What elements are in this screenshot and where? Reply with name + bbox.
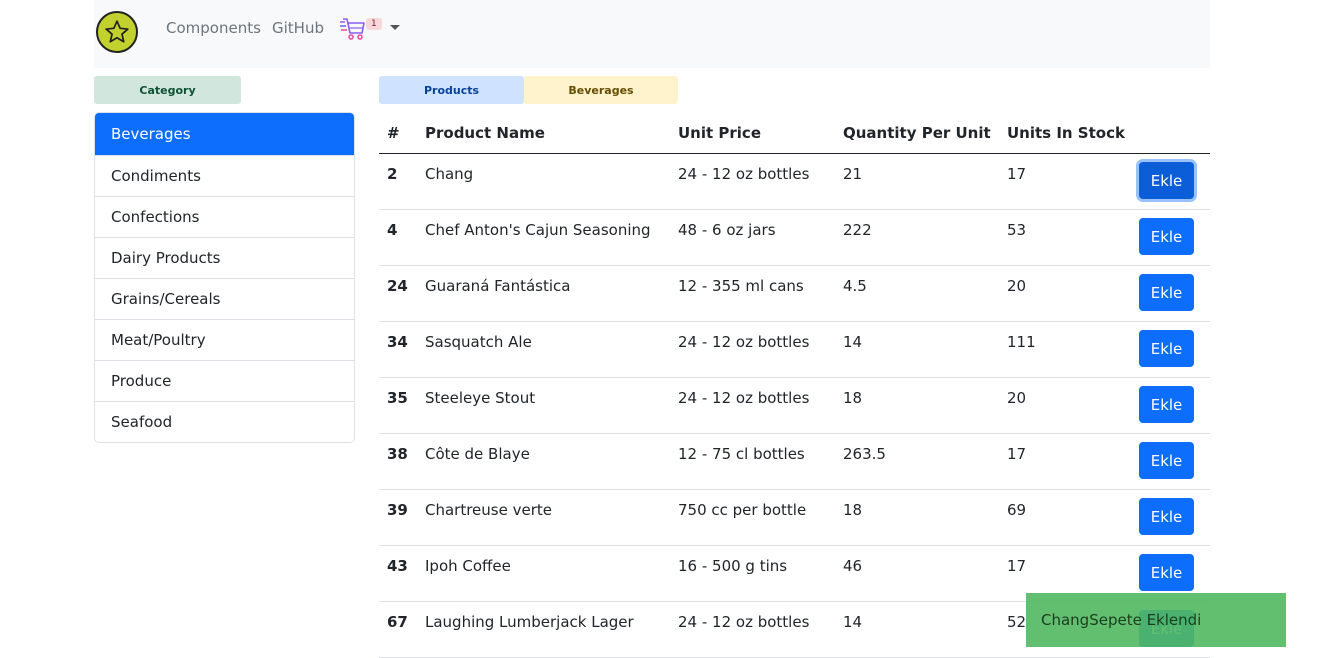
quantity-per-unit: 46 bbox=[843, 557, 863, 575]
quantity-per-unit: 14 bbox=[843, 613, 863, 631]
quantity-per-unit: 263.5 bbox=[843, 445, 886, 463]
unit-price: 16 - 500 g tins bbox=[678, 557, 788, 575]
category-heading: Category bbox=[94, 76, 241, 104]
units-in-stock: 17 bbox=[1007, 557, 1027, 575]
table-row: 38 Côte de Blaye 12 - 75 cl bottles 263.… bbox=[379, 434, 1210, 490]
toast-notification[interactable]: ChangSepete Eklendi bbox=[1026, 593, 1286, 647]
table-row: 34 Sasquatch Ale 24 - 12 oz bottles 14 1… bbox=[379, 322, 1210, 378]
units-in-stock: 20 bbox=[1007, 277, 1027, 295]
units-in-stock: 17 bbox=[1007, 165, 1027, 183]
star-icon bbox=[105, 20, 129, 43]
unit-price: 12 - 355 ml cans bbox=[678, 277, 804, 295]
add-to-cart-button[interactable]: Ekle bbox=[1139, 554, 1194, 591]
product-name: Ipoh Coffee bbox=[425, 557, 511, 575]
header-unit-price: Unit Price bbox=[678, 124, 761, 142]
product-name: Chartreuse verte bbox=[425, 501, 552, 519]
category-item-dairy-products[interactable]: Dairy Products bbox=[95, 237, 354, 278]
table-row: 24 Guaraná Fantástica 12 - 355 ml cans 4… bbox=[379, 266, 1210, 322]
units-in-stock: 111 bbox=[1007, 333, 1036, 351]
category-item-grains-cereals[interactable]: Grains/Cereals bbox=[95, 278, 354, 319]
products-table: # Product Name Unit Price Quantity Per U… bbox=[379, 112, 1210, 658]
category-item-confections[interactable]: Confections bbox=[95, 196, 354, 237]
table-row: 35 Steeleye Stout 24 - 12 oz bottles 18 … bbox=[379, 378, 1210, 434]
category-item-produce[interactable]: Produce bbox=[95, 360, 354, 401]
add-to-cart-button[interactable]: Ekle bbox=[1139, 442, 1194, 479]
unit-price: 24 - 12 oz bottles bbox=[678, 389, 810, 407]
units-in-stock: 52 bbox=[1007, 613, 1027, 631]
unit-price: 12 - 75 cl bottles bbox=[678, 445, 805, 463]
add-to-cart-button[interactable]: Ekle bbox=[1139, 330, 1194, 367]
table-row: 39 Chartreuse verte 750 cc per bottle 18… bbox=[379, 490, 1210, 546]
product-name: Chang bbox=[425, 165, 474, 183]
product-id: 4 bbox=[387, 221, 398, 239]
product-id: 38 bbox=[387, 445, 408, 463]
category-list: Beverages Condiments Confections Dairy P… bbox=[94, 112, 355, 443]
add-to-cart-button[interactable]: Ekle bbox=[1139, 386, 1194, 423]
product-id: 39 bbox=[387, 501, 408, 519]
chevron-down-icon bbox=[390, 25, 400, 30]
product-name: Sasquatch Ale bbox=[425, 333, 532, 351]
unit-price: 24 - 12 oz bottles bbox=[678, 165, 810, 183]
add-to-cart-button[interactable]: Ekle bbox=[1139, 498, 1194, 535]
nav-link-github[interactable]: GitHub bbox=[272, 19, 324, 37]
product-name: Chef Anton's Cajun Seasoning bbox=[425, 221, 651, 239]
category-item-beverages[interactable]: Beverages bbox=[95, 113, 354, 155]
cart-count-badge: 1 bbox=[366, 18, 382, 30]
product-name: Laughing Lumberjack Lager bbox=[425, 613, 634, 631]
table-row: 4 Chef Anton's Cajun Seasoning 48 - 6 oz… bbox=[379, 210, 1210, 266]
product-name: Côte de Blaye bbox=[425, 445, 530, 463]
quantity-per-unit: 14 bbox=[843, 333, 863, 351]
shopping-cart-icon bbox=[340, 18, 365, 40]
add-to-cart-button[interactable]: Ekle bbox=[1139, 218, 1194, 255]
table-row: 2 Chang 24 - 12 oz bottles 21 17 Ekle bbox=[379, 154, 1210, 210]
product-name: Guaraná Fantástica bbox=[425, 277, 571, 295]
product-id: 35 bbox=[387, 389, 408, 407]
header-quantity-per-unit: Quantity Per Unit bbox=[843, 124, 991, 142]
unit-price: 24 - 12 oz bottles bbox=[678, 613, 810, 631]
unit-price: 48 - 6 oz jars bbox=[678, 221, 776, 239]
navbar: Components GitHub 1 bbox=[94, 0, 1210, 68]
current-category-badge: Beverages bbox=[524, 76, 678, 104]
category-item-condiments[interactable]: Condiments bbox=[95, 155, 354, 196]
add-to-cart-button[interactable]: Ekle bbox=[1139, 162, 1194, 199]
units-in-stock: 20 bbox=[1007, 389, 1027, 407]
unit-price: 24 - 12 oz bottles bbox=[678, 333, 810, 351]
unit-price: 750 cc per bottle bbox=[678, 501, 807, 519]
product-id: 24 bbox=[387, 277, 408, 295]
quantity-per-unit: 18 bbox=[843, 501, 863, 519]
quantity-per-unit: 4.5 bbox=[843, 277, 867, 295]
product-id: 2 bbox=[387, 165, 398, 183]
category-item-seafood[interactable]: Seafood bbox=[95, 401, 354, 442]
quantity-per-unit: 222 bbox=[843, 221, 872, 239]
product-id: 34 bbox=[387, 333, 408, 351]
header-id: # bbox=[387, 124, 400, 142]
product-id: 43 bbox=[387, 557, 408, 575]
header-units-in-stock: Units In Stock bbox=[1007, 124, 1125, 142]
product-name: Steeleye Stout bbox=[425, 389, 536, 407]
quantity-per-unit: 21 bbox=[843, 165, 863, 183]
nav-link-components[interactable]: Components bbox=[166, 19, 261, 37]
quantity-per-unit: 18 bbox=[843, 389, 863, 407]
brand-logo[interactable] bbox=[96, 11, 138, 53]
units-in-stock: 69 bbox=[1007, 501, 1027, 519]
units-in-stock: 53 bbox=[1007, 221, 1027, 239]
product-id: 67 bbox=[387, 613, 408, 631]
category-item-meat-poultry[interactable]: Meat/Poultry bbox=[95, 319, 354, 360]
toast-message: ChangSepete Eklendi bbox=[1041, 611, 1202, 629]
header-product-name: Product Name bbox=[425, 124, 545, 142]
table-header: # Product Name Unit Price Quantity Per U… bbox=[379, 112, 1210, 154]
products-heading: Products bbox=[379, 76, 524, 104]
add-to-cart-button[interactable]: Ekle bbox=[1139, 274, 1194, 311]
units-in-stock: 17 bbox=[1007, 445, 1027, 463]
